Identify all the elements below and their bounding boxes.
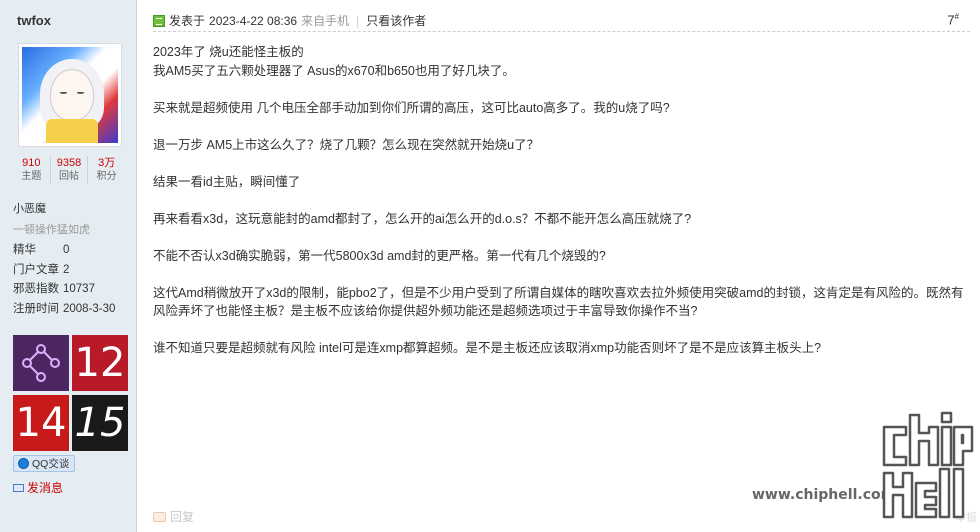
stat-points[interactable]: 3万 积分	[88, 156, 125, 184]
chiphell-logo-icon	[882, 411, 974, 519]
stat-value: 3万	[98, 157, 116, 169]
info-value: 2	[63, 263, 70, 276]
stat-label: 回帖	[59, 171, 79, 182]
post-line: 结果一看id主贴，瞬间懂了	[153, 174, 301, 189]
post-line: 不能不否认x3d确实脆弱，第一代5800x3d amd封的更严格。第一代有几个烧…	[153, 248, 606, 263]
post-line: 再来看看x3d，这玩意能封的amd都封了，怎么开的ai怎么开的d.o.s？不都不…	[153, 211, 692, 226]
reply-label: 回复	[170, 510, 195, 524]
author-only-link[interactable]: 只看该作者	[366, 12, 426, 29]
post-line: 2023年了 烧u还能怪主板的	[153, 45, 304, 59]
medal-network-icon[interactable]	[13, 335, 69, 391]
post-line: 风险弄坏了也能怪主板？是主板不应该给你提供超外频功能还是超频选项过于丰富导致你操…	[153, 304, 698, 318]
user-sidebar: twfox 910 主题 9358 回帖 3万 积分 小恶魔 一顿操作猛如虎 精…	[0, 0, 137, 532]
post-line: 买来就是超频使用 几个电压全部手动加到你们所谓的高压，这可比auto高多了。我的…	[153, 100, 670, 115]
info-value: 10737	[63, 283, 95, 295]
stat-label: 主题	[21, 171, 42, 182]
floor-suffix: #	[954, 12, 959, 21]
send-message-link[interactable]: 发消息	[13, 479, 63, 496]
medal-12[interactable]: 12	[72, 335, 128, 391]
floor-value: 7	[947, 12, 955, 28]
avatar[interactable]	[18, 43, 122, 147]
post-line: 退一万步 AM5上市这么久了？烧了几颗？怎么现在突然就开始烧u了？	[153, 137, 540, 152]
info-key: 注册时间	[13, 302, 59, 315]
floor-number[interactable]: 7#	[947, 12, 959, 27]
post-header: 发表于 2023-4-22 08:36 来自手机 | 只看该作者	[153, 12, 426, 29]
watermark-url: www.chiphell.com	[752, 487, 896, 503]
user-rank[interactable]: 小恶魔	[13, 200, 46, 216]
medal-15[interactable]: 15	[72, 394, 128, 451]
info-row-essence: 精华 0	[13, 241, 115, 261]
medal-14[interactable]: 14	[13, 394, 69, 451]
post-source: 来自手机	[301, 14, 350, 28]
post-datetime: 2023-4-22 08:36	[209, 13, 298, 28]
header-divider	[153, 31, 970, 32]
stat-value: 910	[22, 157, 41, 169]
info-key: 邪恶指数	[13, 283, 59, 295]
info-key: 精华	[13, 244, 36, 256]
username[interactable]: twfox	[17, 13, 51, 28]
qq-icon	[18, 458, 29, 469]
stat-replies[interactable]: 9358 回帖	[51, 156, 89, 184]
post-line: 我AM5买了五六颗处理器了 Asus的x670和b650也用了好几块了。	[153, 63, 515, 78]
posted-prefix: 发表于	[169, 14, 206, 28]
post-status-icon	[153, 14, 165, 27]
stat-value: 9358	[56, 157, 82, 169]
reply-icon	[153, 511, 166, 522]
header-separator: |	[356, 13, 360, 28]
info-row-articles: 门户文章 2	[13, 261, 115, 281]
avatar-image	[22, 47, 118, 143]
post-content: 2023年了 烧u还能怪主板的 我AM5买了五六颗处理器了 Asus的x670和…	[153, 43, 973, 358]
qq-chat-button[interactable]: QQ交谈	[13, 455, 76, 472]
user-stats: 910 主题 9358 回帖 3万 积分	[13, 156, 125, 184]
reply-button[interactable]: 回复	[153, 508, 194, 525]
stat-label: 积分	[96, 171, 117, 182]
post-line: 谁不知道只要是超频就有风险 intel可是连xmp都算超频。是不是主板还应该取消…	[153, 341, 822, 355]
network-icon	[22, 344, 60, 382]
send-message-label: 发消息	[27, 481, 64, 495]
medal-grid: 12 14 15	[13, 335, 129, 451]
qq-chat-label: QQ交谈	[32, 458, 70, 470]
user-rank-title: 一顿操作猛如虎	[13, 224, 90, 236]
info-value: 0	[63, 244, 70, 256]
post-line: 这代Amd稍微放开了x3d的限制，能pbo2了，但是不少用户受到了所谓自媒体的瞎…	[153, 285, 964, 300]
info-row-register-date: 注册时间 2008-3-30	[13, 300, 115, 320]
post-main: 发表于 2023-4-22 08:36 来自手机 | 只看该作者 7# 2023…	[138, 0, 980, 532]
envelope-icon	[13, 483, 24, 492]
stat-topics[interactable]: 910 主题	[13, 156, 51, 184]
info-value: 2008-3-30	[63, 302, 116, 315]
info-row-evil-index: 邪恶指数 10737	[13, 280, 115, 300]
user-info: 精华 0 门户文章 2 邪恶指数 10737 注册时间 2008-3-30	[13, 241, 115, 319]
info-key: 门户文章	[13, 263, 59, 276]
